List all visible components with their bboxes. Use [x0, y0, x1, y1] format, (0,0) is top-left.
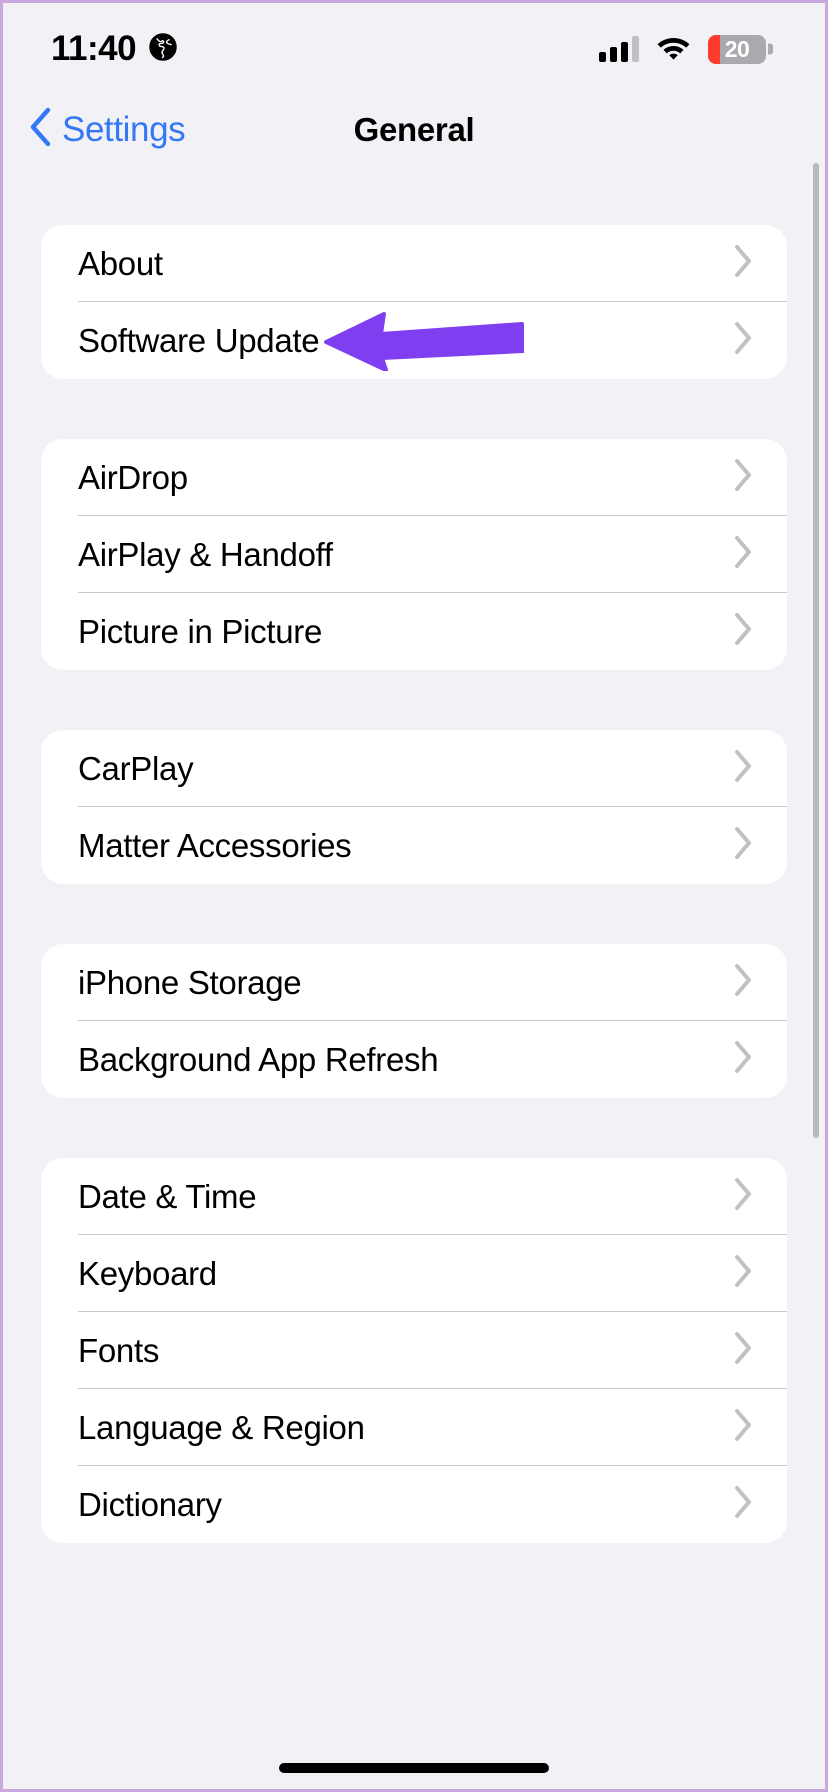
wifi-icon	[655, 33, 692, 66]
settings-row-label: Dictionary	[78, 1485, 222, 1523]
status-bar-right: 20	[599, 33, 773, 66]
battery-indicator: 20	[708, 34, 773, 64]
settings-row-label: Picture in Picture	[78, 612, 323, 650]
settings-row[interactable]: Software Update	[41, 302, 787, 379]
settings-row-label: Date & Time	[78, 1177, 257, 1215]
status-bar: 11:40 20	[6, 6, 822, 92]
settings-row[interactable]: Picture in Picture	[41, 593, 787, 670]
group-sharing: AirDrop AirPlay & Handoff Picture in Pictu…	[41, 439, 787, 670]
group-about: About Software Update	[41, 225, 787, 379]
device-frame: 11:40 20 Settings General About Software…	[0, 0, 828, 1792]
back-button-label: Settings	[62, 109, 186, 149]
scrollbar-thumb[interactable]	[813, 163, 819, 1138]
chevron-right-icon	[733, 458, 753, 497]
settings-groups: About Software Update AirDrop AirPlay & Han…	[6, 225, 822, 1543]
chevron-right-icon	[733, 963, 753, 1002]
settings-row[interactable]: AirDrop	[41, 439, 787, 516]
battery-level-label: 20	[724, 35, 750, 62]
settings-row[interactable]: iPhone Storage	[41, 944, 787, 1021]
settings-row-label: AirPlay & Handoff	[78, 535, 333, 573]
signal-bars-icon	[599, 36, 639, 62]
settings-row-label: Keyboard	[78, 1254, 217, 1292]
settings-row[interactable]: Matter Accessories	[41, 807, 787, 884]
settings-row[interactable]: Date & Time	[41, 1158, 787, 1235]
settings-row[interactable]: AirPlay & Handoff	[41, 516, 787, 593]
back-button[interactable]: Settings	[28, 107, 186, 152]
settings-row[interactable]: CarPlay	[41, 730, 787, 807]
chevron-right-icon	[733, 612, 753, 651]
settings-row-label: Software Update	[78, 321, 320, 359]
chevron-left-icon	[28, 107, 52, 152]
settings-row[interactable]: Keyboard	[41, 1235, 787, 1312]
group-system: Date & Time Keyboard Fonts Language & Regio…	[41, 1158, 787, 1543]
settings-row[interactable]: About	[41, 225, 787, 302]
battery-cap-icon	[768, 43, 773, 55]
chevron-right-icon	[733, 535, 753, 574]
settings-row-label: CarPlay	[78, 749, 194, 787]
settings-row-label: AirDrop	[78, 458, 188, 496]
chevron-right-icon	[733, 244, 753, 283]
settings-list[interactable]: About Software Update AirDrop AirPlay & Han…	[6, 167, 822, 1786]
settings-row-label: Language & Region	[78, 1408, 365, 1446]
settings-row-label: Fonts	[78, 1331, 160, 1369]
battery-fill	[708, 34, 720, 64]
chevron-right-icon	[733, 749, 753, 788]
settings-row-label: About	[78, 244, 163, 282]
group-accessories: CarPlay Matter Accessories	[41, 730, 787, 884]
chevron-right-icon	[733, 826, 753, 865]
chevron-right-icon	[733, 321, 753, 360]
settings-row-label: Background App Refresh	[78, 1040, 439, 1078]
home-indicator[interactable]	[279, 1763, 549, 1773]
status-bar-clock: 11:40	[51, 29, 137, 68]
navigation-bar: Settings General	[6, 92, 822, 167]
settings-row[interactable]: Dictionary	[41, 1466, 787, 1543]
chevron-right-icon	[733, 1485, 753, 1524]
group-storage: iPhone Storage Background App Refresh	[41, 944, 787, 1098]
chevron-right-icon	[733, 1408, 753, 1447]
settings-row[interactable]: Background App Refresh	[41, 1021, 787, 1098]
settings-row-label: iPhone Storage	[78, 963, 302, 1001]
settings-row[interactable]: Language & Region	[41, 1389, 787, 1466]
chevron-right-icon	[733, 1331, 753, 1370]
chevron-right-icon	[733, 1177, 753, 1216]
status-bar-left: 11:40	[51, 29, 178, 69]
chevron-right-icon	[733, 1254, 753, 1293]
settings-row-label: Matter Accessories	[78, 826, 352, 864]
chevron-right-icon	[733, 1040, 753, 1079]
settings-row[interactable]: Fonts	[41, 1312, 787, 1389]
globe-icon	[148, 32, 178, 67]
